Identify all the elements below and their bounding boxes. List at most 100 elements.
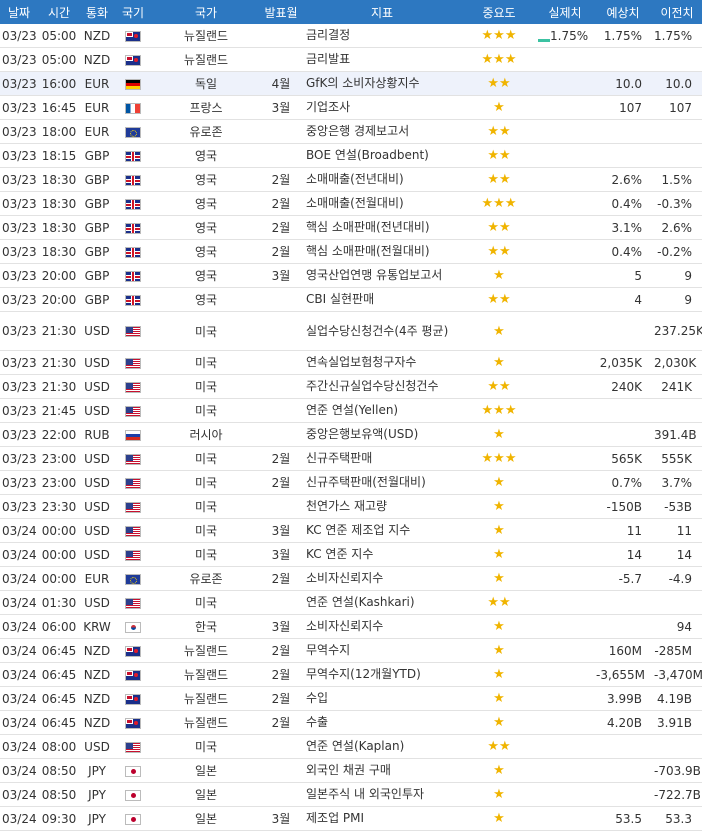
- us-flag-icon: [125, 381, 141, 393]
- indicator-cell[interactable]: 소비자신뢰지수: [302, 566, 462, 591]
- indicator-cell[interactable]: 천연가스 재고량: [302, 494, 462, 519]
- table-row[interactable]: 03/24 00:00 USD 미국 3월 KC 연준 제조업 지수 ★ 11 11: [0, 518, 702, 543]
- actual-cell: [536, 446, 594, 471]
- table-row[interactable]: 03/23 18:30 GBP 영국 2월 소매매출(전월대비) ★★★ 0.4% -0.3%: [0, 191, 702, 216]
- header-actual[interactable]: 실제치: [536, 0, 594, 24]
- indicator-cell[interactable]: GfK의 소비자상황지수: [302, 71, 462, 96]
- header-flag[interactable]: 국기: [114, 0, 152, 24]
- table-row[interactable]: 03/23 18:15 GBP 영국 BOE 연설(Broadbent) ★★: [0, 143, 702, 168]
- table-row[interactable]: 03/23 21:30 USD 미국 연속실업보험청구자수 ★ 2,035K 2,030K: [0, 350, 702, 375]
- period-cell: [260, 287, 302, 312]
- time-cell: 00:00: [38, 566, 80, 591]
- indicator-cell[interactable]: 영국산업연맹 유통업보고서: [302, 263, 462, 288]
- table-row[interactable]: 03/24 08:50 JPY 일본 일본주식 내 외국인투자 ★ -722.7B: [0, 782, 702, 807]
- table-row[interactable]: 03/23 18:00 EUR 유로존 중앙은행 경제보고서 ★★: [0, 119, 702, 144]
- table-row[interactable]: 03/24 06:45 NZD 뉴질랜드 2월 수출 ★ 4.20B 3.91B: [0, 710, 702, 735]
- indicator-cell[interactable]: 연속실업보험청구자수: [302, 350, 462, 375]
- indicator-cell[interactable]: 연준 연설(Kashkari): [302, 590, 462, 615]
- indicator-cell[interactable]: KC 연준 지수: [302, 542, 462, 567]
- indicator-cell[interactable]: CBI 실현판매: [302, 287, 462, 312]
- currency-cell: GBP: [80, 263, 114, 288]
- actual-cell: [536, 494, 594, 519]
- table-row[interactable]: 03/23 18:30 GBP 영국 2월 소매매출(전년대비) ★★ 2.6% 1.5%: [0, 167, 702, 192]
- importance-cell: ★★★: [462, 191, 536, 216]
- indicator-cell[interactable]: 소매매출(전년대비): [302, 167, 462, 192]
- table-row[interactable]: 03/24 06:45 NZD 뉴질랜드 2월 무역수지(12개월YTD) ★ -3,655M…: [0, 662, 702, 687]
- flag-cell: [114, 47, 152, 72]
- header-period[interactable]: 발표월: [260, 0, 302, 24]
- importance-cell: ★★: [462, 239, 536, 264]
- indicator-cell[interactable]: 연준 연설(Yellen): [302, 398, 462, 423]
- table-row[interactable]: 03/24 09:30 JPY 일본 3월 제조업 PMI ★ 53.5 53.3: [0, 806, 702, 831]
- indicator-cell[interactable]: 기업조사: [302, 95, 462, 120]
- flag-cell: [114, 191, 152, 216]
- table-row[interactable]: 03/23 20:00 GBP 영국 CBI 실현판매 ★★ 4 9: [0, 287, 702, 312]
- header-previous[interactable]: 이전치: [652, 0, 702, 24]
- indicator-cell[interactable]: 신규주택판매: [302, 446, 462, 471]
- table-row[interactable]: 03/23 18:30 GBP 영국 2월 핵심 소매판매(전월대비) ★★ 0.4% -0.2…: [0, 239, 702, 264]
- indicator-cell[interactable]: 제조업 PMI: [302, 806, 462, 831]
- period-cell: [260, 24, 302, 48]
- header-time[interactable]: 시간: [38, 0, 80, 24]
- table-row[interactable]: 03/24 08:50 JPY 일본 외국인 채권 구매 ★ -703.9B: [0, 758, 702, 783]
- indicator-cell[interactable]: 일본주식 내 외국인투자: [302, 782, 462, 807]
- indicator-cell[interactable]: BOE 연설(Broadbent): [302, 143, 462, 168]
- indicator-cell[interactable]: 핵심 소매판매(전월대비): [302, 239, 462, 264]
- indicator-cell[interactable]: 연준 연설(Kaplan): [302, 734, 462, 759]
- importance-cell: ★: [462, 263, 536, 288]
- table-row[interactable]: 03/23 22:00 RUB 러시아 중앙은행보유액(USD) ★ 391.4B: [0, 422, 702, 447]
- indicator-cell[interactable]: 신규주택판매(전월대비): [302, 470, 462, 495]
- indicator-cell[interactable]: 주간신규실업수당신청건수: [302, 374, 462, 399]
- header-date[interactable]: 날짜: [0, 0, 38, 24]
- table-row[interactable]: 03/24 06:00 KRW 한국 3월 소비자신뢰지수 ★ 94: [0, 614, 702, 639]
- economic-calendar-table: 날짜 시간 통화 국기 국가 발표월 지표 중요도 실제치 예상치 이전치 03…: [0, 0, 702, 831]
- indicator-cell[interactable]: 무역수지(12개월YTD): [302, 662, 462, 687]
- indicator-cell[interactable]: 중앙은행 경제보고서: [302, 119, 462, 144]
- indicator-cell[interactable]: 금리발표: [302, 47, 462, 72]
- previous-cell: 1.75%: [652, 24, 702, 48]
- currency-cell: EUR: [80, 71, 114, 96]
- table-row[interactable]: 03/24 06:45 NZD 뉴질랜드 2월 수입 ★ 3.99B 4.19B: [0, 686, 702, 711]
- indicator-cell[interactable]: 수출: [302, 710, 462, 735]
- indicator-cell[interactable]: 소매매출(전월대비): [302, 191, 462, 216]
- indicator-cell[interactable]: 수입: [302, 686, 462, 711]
- indicator-cell[interactable]: 핵심 소매판매(전년대비): [302, 215, 462, 240]
- table-row[interactable]: 03/23 23:00 USD 미국 2월 신규주택판매(전월대비) ★ 0.7% 3.7%: [0, 470, 702, 495]
- indicator-cell[interactable]: 소비자신뢰지수: [302, 614, 462, 639]
- table-row[interactable]: 03/23 05:00 NZD 뉴질랜드 금리결정 ★★★ 1.75% 1.75% 1.75%: [0, 24, 702, 48]
- indicator-cell[interactable]: 무역수지: [302, 638, 462, 663]
- table-row[interactable]: 03/24 00:00 EUR 유로존 2월 소비자신뢰지수 ★ -5.7 -4.9: [0, 566, 702, 591]
- table-row[interactable]: 03/23 20:00 GBP 영국 3월 영국산업연맹 유통업보고서 ★ 5 9: [0, 263, 702, 288]
- header-currency[interactable]: 통화: [80, 0, 114, 24]
- table-row[interactable]: 03/23 05:00 NZD 뉴질랜드 금리발표 ★★★: [0, 47, 702, 72]
- header-indicator[interactable]: 지표: [302, 0, 462, 24]
- header-country[interactable]: 국가: [152, 0, 260, 24]
- table-row[interactable]: 03/23 23:30 USD 미국 천연가스 재고량 ★ -150B -53B: [0, 494, 702, 519]
- indicator-cell[interactable]: 외국인 채권 구매: [302, 758, 462, 783]
- table-row[interactable]: 03/24 06:45 NZD 뉴질랜드 2월 무역수지 ★ 160M -285M: [0, 638, 702, 663]
- eu-flag-icon: [125, 126, 141, 138]
- table-row[interactable]: 03/23 16:00 EUR 독일 4월 GfK의 소비자상황지수 ★★ 10.0 10.0: [0, 71, 702, 96]
- table-row[interactable]: 03/23 21:30 USD 미국 실업수당신청건수(4주 평균) ★ 237.25K: [0, 311, 702, 351]
- table-row[interactable]: 03/23 18:30 GBP 영국 2월 핵심 소매판매(전년대비) ★★ 3.1% 2.6%: [0, 215, 702, 240]
- table-row[interactable]: 03/24 00:00 USD 미국 3월 KC 연준 지수 ★ 14 14: [0, 542, 702, 567]
- table-row[interactable]: 03/24 08:00 USD 미국 연준 연설(Kaplan) ★★: [0, 734, 702, 759]
- country-cell: 미국: [152, 734, 260, 759]
- currency-cell: USD: [80, 398, 114, 423]
- date-cell: 03/23: [0, 287, 38, 312]
- table-row[interactable]: 03/23 21:30 USD 미국 주간신규실업수당신청건수 ★★ 240K 241K: [0, 374, 702, 399]
- header-forecast[interactable]: 예상치: [594, 0, 652, 24]
- country-cell: 한국: [152, 614, 260, 639]
- forecast-cell: [594, 422, 652, 447]
- indicator-cell[interactable]: 금리결정: [302, 24, 462, 48]
- actual-cell: [536, 47, 594, 72]
- indicator-cell[interactable]: KC 연준 제조업 지수: [302, 518, 462, 543]
- table-row[interactable]: 03/23 16:45 EUR 프랑스 3월 기업조사 ★ 107 107: [0, 95, 702, 120]
- country-cell: 독일: [152, 71, 260, 96]
- table-row[interactable]: 03/23 23:00 USD 미국 2월 신규주택판매 ★★★ 565K 555K: [0, 446, 702, 471]
- table-row[interactable]: 03/24 01:30 USD 미국 연준 연설(Kashkari) ★★: [0, 590, 702, 615]
- table-row[interactable]: 03/23 21:45 USD 미국 연준 연설(Yellen) ★★★: [0, 398, 702, 423]
- header-importance[interactable]: 중요도: [462, 0, 536, 24]
- indicator-cell[interactable]: 중앙은행보유액(USD): [302, 422, 462, 447]
- indicator-cell[interactable]: 실업수당신청건수(4주 평균): [302, 311, 462, 351]
